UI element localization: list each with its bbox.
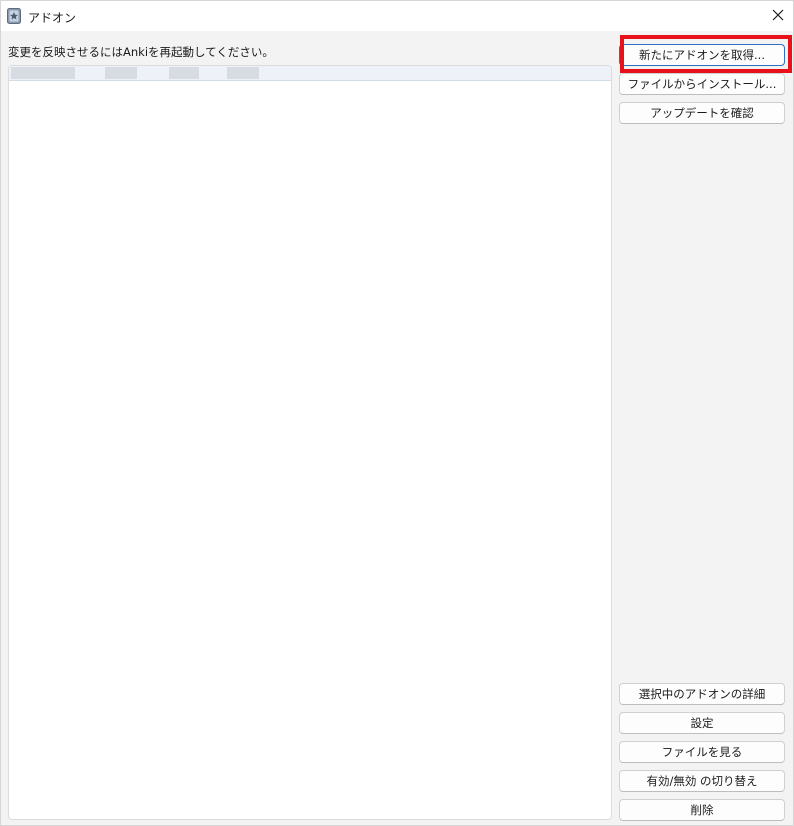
install-from-file-button[interactable]: ファイルからインストール... <box>619 73 785 95</box>
view-details-button[interactable]: 選択中のアドオンの詳細 <box>619 683 785 705</box>
list-item[interactable] <box>9 66 611 81</box>
config-button[interactable]: 設定 <box>619 712 785 734</box>
redacted-text <box>105 67 137 79</box>
redacted-text <box>169 67 199 79</box>
restart-notice: 変更を反映させるにはAnkiを再起動してください。 <box>8 45 274 59</box>
redacted-text <box>11 67 75 79</box>
redacted-text <box>227 67 259 79</box>
addon-list[interactable] <box>8 65 612 820</box>
delete-button[interactable]: 削除 <box>619 799 785 821</box>
close-icon <box>772 9 784 24</box>
get-addons-button[interactable]: 新たにアドオンを取得... <box>619 44 785 66</box>
view-files-button[interactable]: ファイルを見る <box>619 741 785 763</box>
window-title: アドオン <box>28 11 77 25</box>
addons-window: アドオン 変更を反映させるにはAnkiを再起動してください。 新たにアドオンを取… <box>0 0 794 826</box>
title-bar: アドオン <box>1 1 793 31</box>
anki-app-icon <box>7 8 21 24</box>
check-updates-button[interactable]: アップデートを確認 <box>619 102 785 124</box>
toggle-enabled-button[interactable]: 有効/無効 の切り替え <box>619 770 785 792</box>
close-button[interactable] <box>763 1 793 31</box>
